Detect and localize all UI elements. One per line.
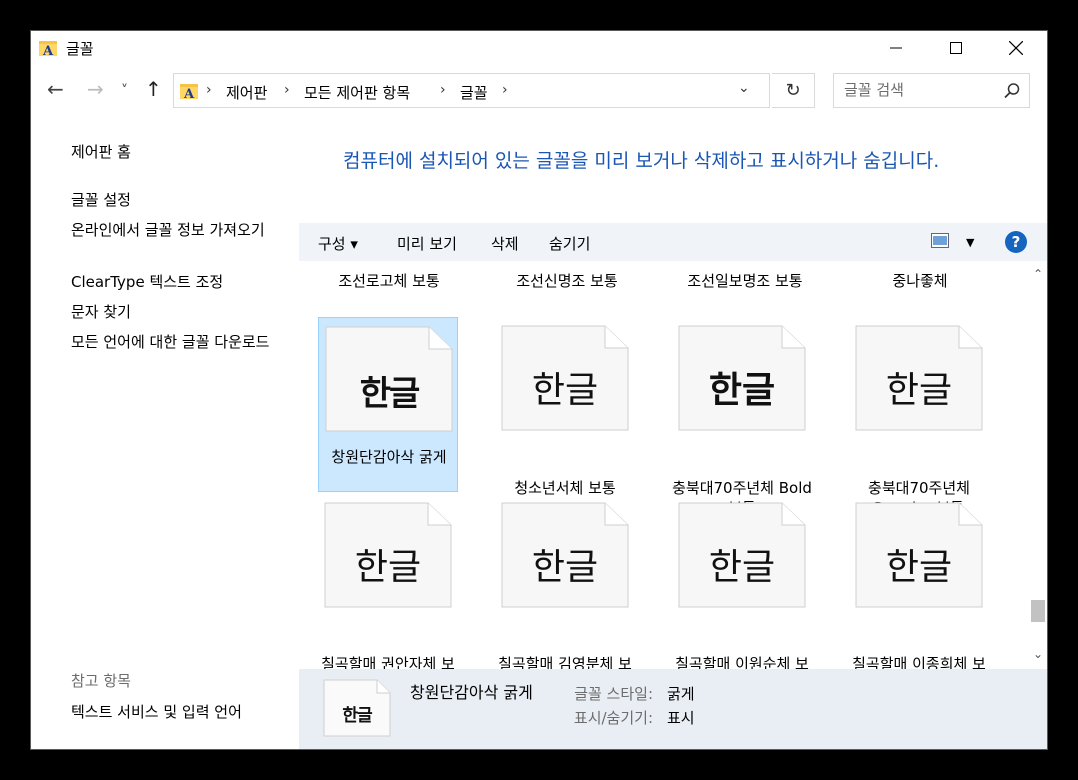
details-font-sample: 한글: [342, 706, 372, 726]
close-icon: [1009, 40, 1023, 55]
font-item-cbnu-bold[interactable]: 한글 충북대70주년체 Bold 보통: [672, 317, 812, 517]
font-item-cbnu-regular[interactable]: 한글 충북대70주년체 Regular 보통: [849, 317, 989, 517]
chevron-right-icon[interactable]: ›: [284, 82, 290, 98]
forward-button[interactable]: →: [87, 79, 104, 99]
preview-button[interactable]: 미리 보기: [397, 233, 457, 254]
fonts-folder-icon: A: [180, 84, 198, 100]
details-font-name: 창원단감아삭 굵게: [410, 683, 533, 702]
chevron-right-icon[interactable]: ›: [502, 82, 508, 98]
breadcrumb-control-panel[interactable]: 제어판: [226, 82, 267, 103]
address-bar[interactable]: A › 제어판 › 모든 제어판 항목 › 글꼴 › ⌄: [173, 73, 770, 108]
hide-button[interactable]: 숨기기: [549, 233, 590, 254]
font-item-label: 칠곡할매 이원순체 보통: [675, 655, 809, 669]
help-button[interactable]: ?: [1005, 231, 1027, 253]
font-item-label[interactable]: 중나좋체: [840, 272, 1000, 291]
font-sample: 한글: [708, 547, 776, 588]
title-bar: A 글꼴: [31, 31, 1047, 64]
svg-text:A: A: [42, 44, 54, 57]
minimize-icon: [890, 47, 902, 48]
font-item-label: 칠곡할매 김영분체 보통: [498, 655, 632, 669]
font-item-label[interactable]: 조선로고체 보통: [309, 272, 469, 291]
up-button[interactable]: ↑: [145, 79, 162, 99]
window-title: 글꼴: [66, 40, 94, 58]
breadcrumb-fonts[interactable]: 글꼴: [460, 82, 488, 103]
change-view-icon[interactable]: [931, 233, 949, 248]
page-description: 컴퓨터에 설치되어 있는 글꼴을 미리 보거나 삭제하고 표시하거나 숨깁니다.: [343, 150, 940, 172]
font-item-label[interactable]: 조선일보명조 보통: [675, 272, 815, 291]
details-style-value: 굵게: [667, 685, 695, 703]
command-bar: 구성 ▾ 미리 보기 삭제 숨기기 ▼ ?: [299, 223, 1047, 261]
font-sample: 한글: [354, 547, 422, 588]
font-item-label: 칠곡할매 이종희체 보통: [852, 655, 986, 669]
font-item-label: 칠곡할매 권안자체 보통: [321, 655, 455, 669]
font-item-label: 창원단감아삭 굵게: [331, 448, 447, 466]
font-item-chilgok-kim[interactable]: 한글 칠곡할매 김영분체 보통: [495, 494, 635, 669]
sidebar-item-cleartype[interactable]: ClearType 텍스트 조정: [71, 273, 291, 291]
font-item-chilgok-kwon[interactable]: 한글 칠곡할매 권안자체 보통: [318, 494, 458, 669]
search-icon[interactable]: [1003, 82, 1021, 100]
details-visibility-label: 표시/숨기기:: [573, 709, 653, 727]
sidebar-item-get-font-info-online[interactable]: 온라인에서 글꼴 정보 가져오기: [71, 221, 291, 239]
see-also-heading: 참고 항목: [71, 672, 131, 690]
scroll-up-icon[interactable]: ⌃: [1029, 267, 1047, 281]
sidebar-item-control-panel-home[interactable]: 제어판 홈: [71, 143, 291, 161]
chevron-down-icon[interactable]: ⌄: [738, 80, 750, 96]
breadcrumb-all-items[interactable]: 모든 제어판 항목: [304, 82, 410, 103]
delete-button[interactable]: 삭제: [491, 233, 519, 254]
sidebar-item-font-settings[interactable]: 글꼴 설정: [71, 191, 291, 209]
font-sample: 한글: [708, 370, 776, 411]
sidebar-item-text-services[interactable]: 텍스트 서비스 및 입력 언어: [71, 703, 291, 721]
search-input[interactable]: [844, 81, 994, 99]
close-button[interactable]: [986, 31, 1046, 64]
refresh-button[interactable]: ↻: [772, 73, 815, 108]
font-sample: 한글: [359, 374, 421, 414]
view-dropdown-icon[interactable]: ▼: [966, 236, 974, 249]
details-style-label: 글꼴 스타일:: [574, 685, 653, 703]
font-sample: 한글: [885, 370, 953, 411]
font-sample: 한글: [531, 547, 599, 588]
minimize-button[interactable]: [866, 31, 926, 64]
font-item-label[interactable]: 조선신명조 보통: [487, 272, 647, 291]
vertical-scrollbar[interactable]: ⌃ ⌄: [1029, 261, 1047, 669]
sidebar-item-download-fonts[interactable]: 모든 언어에 대한 글꼴 다운로드: [71, 333, 291, 351]
maximize-icon: [950, 41, 962, 54]
font-item-chilgok-lee-won[interactable]: 한글 칠곡할매 이원순체 보통: [672, 494, 812, 669]
search-box[interactable]: [833, 73, 1030, 108]
chevron-right-icon: ›: [206, 82, 212, 98]
left-pane: 제어판 홈 글꼴 설정 온라인에서 글꼴 정보 가져오기 ClearType 텍…: [31, 131, 299, 749]
font-item-changwon-dangam[interactable]: 한글 창원단감아삭 굵게: [318, 317, 458, 492]
svg-text:A: A: [183, 87, 195, 100]
sidebar-item-find-character[interactable]: 문자 찾기: [71, 303, 291, 321]
font-item-youth[interactable]: 한글 청소년서체 보통: [495, 317, 635, 497]
scroll-down-icon[interactable]: ⌄: [1029, 647, 1047, 661]
details-pane: 한글 창원단감아삭 굵게 글꼴 스타일: 굵게 표시/숨기기: 표시: [299, 669, 1047, 749]
maximize-button[interactable]: [926, 31, 986, 64]
font-sample: 한글: [531, 370, 599, 411]
details-visibility-value: 표시: [667, 709, 695, 727]
font-item-chilgok-lee-jong[interactable]: 한글 칠곡할매 이종희체 보통: [849, 494, 989, 669]
organize-button[interactable]: 구성 ▾: [318, 233, 358, 254]
scrollbar-thumb[interactable]: [1031, 600, 1045, 622]
back-button[interactable]: ←: [47, 79, 64, 99]
fonts-window: A 글꼴 ← → ˅ ↑ A › 제어판 › 모든 제어판 항목 › 글꼴 › …: [31, 31, 1047, 749]
font-sample: 한글: [885, 547, 953, 588]
recent-locations-button[interactable]: ˅: [121, 81, 128, 101]
font-list: 조선로고체 보통 조선신명조 보통 조선일보명조 보통 중나좋체 한글 창원단감…: [299, 261, 1029, 669]
chevron-right-icon[interactable]: ›: [440, 82, 446, 98]
fonts-folder-icon: A: [39, 41, 57, 57]
